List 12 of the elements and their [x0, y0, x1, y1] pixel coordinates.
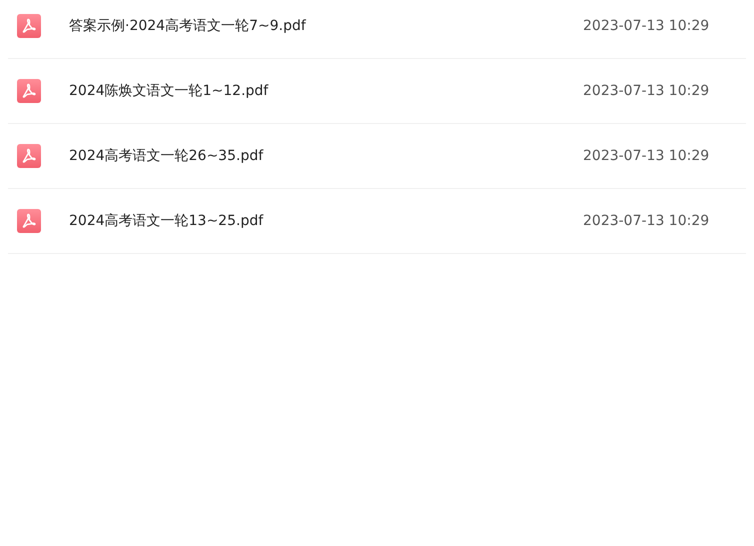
- file-name[interactable]: 答案示例·2024高考语文一轮7~9.pdf: [69, 17, 583, 35]
- modified-time: 2023-07-13 10:29: [583, 148, 710, 164]
- modified-time: 2023-07-13 10:29: [583, 18, 710, 34]
- file-name[interactable]: 2024陈焕文语文一轮1~12.pdf: [69, 82, 583, 100]
- modified-time: 2023-07-13 10:29: [583, 213, 710, 229]
- modified-time: 2023-07-13 10:29: [583, 83, 710, 99]
- pdf-file-icon: [17, 209, 41, 233]
- pdf-file-icon: [17, 79, 41, 103]
- pdf-file-icon: [17, 14, 41, 38]
- file-name[interactable]: 2024高考语文一轮13~25.pdf: [69, 212, 583, 230]
- file-name[interactable]: 2024高考语文一轮26~35.pdf: [69, 147, 583, 165]
- pdf-file-icon: [17, 144, 41, 168]
